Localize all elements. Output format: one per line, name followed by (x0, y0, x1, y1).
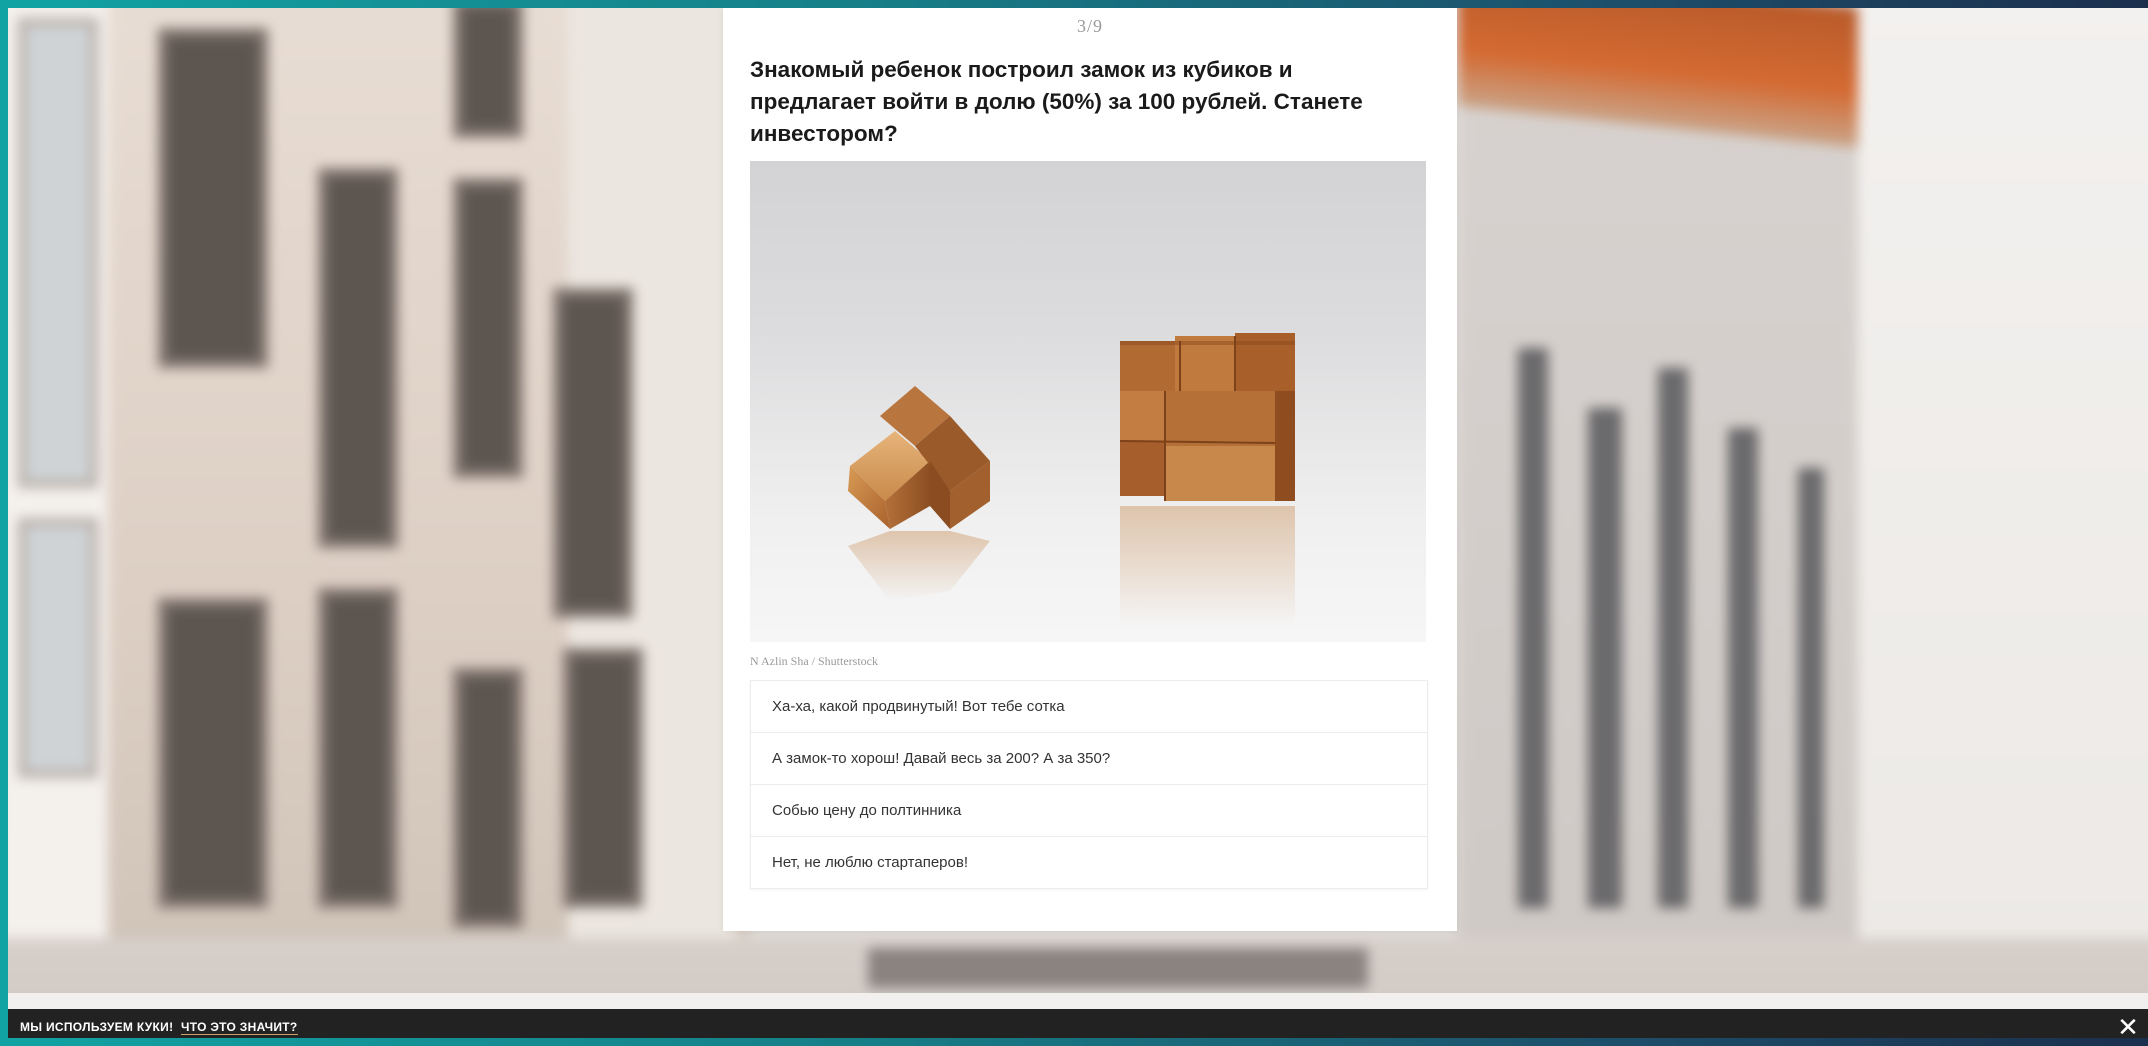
answer-option-2[interactable]: А замок-то хорош! Давай весь за 200? А з… (751, 733, 1427, 785)
answer-list: Ха-ха, какой продвинутый! Вот тебе сотка… (750, 680, 1428, 889)
answer-option-4[interactable]: Нет, не люблю стартаперов! (751, 837, 1427, 888)
browser-viewport: 3/9 Знакомый ребенок построил замок из к… (8, 8, 2148, 1038)
cookie-info-link[interactable]: Что это значит? (181, 1020, 298, 1035)
close-icon[interactable]: ✕ (2112, 1011, 2144, 1038)
answer-option-1[interactable]: Ха-ха, какой продвинутый! Вот тебе сотка (751, 681, 1427, 733)
quiz-card: 3/9 Знакомый ребенок построил замок из к… (723, 8, 1457, 931)
cookie-notice: Мы используем куки! Что это значит? (20, 1009, 298, 1038)
image-credit: N Azlin Sha / Shutterstock (750, 654, 878, 668)
question-title: Знакомый ребенок построил замок из кубик… (750, 57, 1363, 146)
answer-option-3[interactable]: Собью цену до полтинника (751, 785, 1427, 837)
question-photo (750, 161, 1426, 642)
cookie-bar-divider (8, 993, 2148, 1009)
question-counter: 3/9 (1076, 16, 1103, 36)
cookie-notice-text: Мы используем куки! (20, 1020, 174, 1034)
cookie-notice-bar: Мы используем куки! Что это значит? ✕ (8, 1009, 2148, 1038)
